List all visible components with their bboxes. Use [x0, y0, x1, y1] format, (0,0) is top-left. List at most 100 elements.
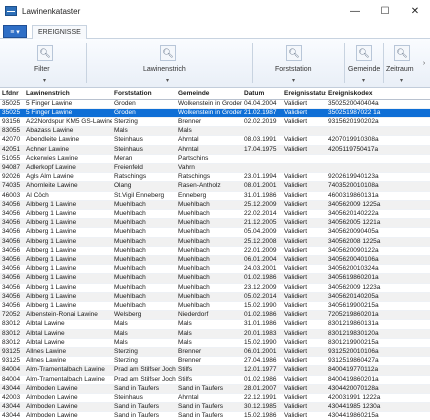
- cell-forststation: Sterzing: [112, 356, 176, 367]
- table-row[interactable]: 34056 Albberg 1 Lawine Muehlbach Muehlbach 0…: [0, 273, 430, 284]
- cell-gemeinde: Muehlbach: [176, 273, 242, 284]
- table-row[interactable]: 83055 Abazass Lawine Mals Mals: [0, 126, 430, 137]
- cell-ereignisstatus: Validiert: [282, 292, 326, 302]
- table-row[interactable]: 42070 Abendleite Lawine Steinhaus Ahrntal 08…: [0, 135, 430, 146]
- table-row[interactable]: 34056 Albberg 1 Lawine Muehlbach Muehlbach 2…: [0, 264, 430, 275]
- table-row[interactable]: 51055 Ackerwies Lawine Meran Partschins: [0, 154, 430, 164]
- close-button[interactable]: ✕: [400, 0, 430, 22]
- cell-ereignisstatus: Validiert: [282, 145, 326, 155]
- ribbon-group-filter[interactable]: 🔍︎ Filter ▾: [6, 42, 84, 86]
- column-header-datum[interactable]: Datum: [242, 90, 282, 100]
- column-header-ereignisstatus[interactable]: Ereignisstatus: [282, 90, 326, 100]
- cell-ereignisstatus: [282, 163, 326, 174]
- chevron-down-icon[interactable]: ▾: [400, 77, 403, 84]
- table-row[interactable]: 34056 Albberg 1 Lawine Muehlbach Muehlbach 0…: [0, 227, 430, 238]
- table-row[interactable]: 42003 Almboden Lawine Steinhaus Ahrntal 22.1…: [0, 393, 430, 404]
- search-icon[interactable]: 🔍︎: [286, 45, 302, 61]
- table-row[interactable]: 83012 Albtal Lawine Mals Mals 31.01.1986 Vali…: [0, 319, 430, 330]
- events-grid[interactable]: Lfdnr Lawinenstrich Forststation Gemeinde Da…: [0, 90, 430, 420]
- ribbon-group-lawinenstrich[interactable]: 🔍︎ Lawinenstrich ▾: [88, 42, 250, 86]
- column-header-ereigniskodex[interactable]: Ereigniskodex: [326, 90, 430, 100]
- cell-forststation: Prad am Stilfser Joch: [112, 375, 176, 385]
- cell-forststation: Sterzing: [112, 117, 176, 128]
- table-row[interactable]: 93156 A22Nordspur KM5 GS-Lawine Sterzing Br…: [0, 117, 430, 128]
- maximize-button[interactable]: ☐: [370, 0, 400, 22]
- cell-lfdnr: 34056: [0, 237, 24, 247]
- table-header-row: Lfdnr Lawinenstrich Forststation Gemeinde Da…: [0, 90, 430, 100]
- cell-gemeinde: Niederdorf: [176, 310, 242, 321]
- ribbon-scroll-right-button[interactable]: ›: [420, 41, 428, 86]
- table-row[interactable]: 35025 5 Finger Lawine Groden Wolkenstein in…: [0, 108, 430, 118]
- column-header-lawinenstrich[interactable]: Lawinenstrich: [24, 90, 112, 100]
- cell-ereigniskodex: 8301219900215a: [326, 338, 430, 348]
- table-row[interactable]: 34056 Albberg 1 Lawine Muehlbach Muehlbach 2…: [0, 209, 430, 220]
- chevron-down-icon[interactable]: ▾: [362, 77, 365, 84]
- app-menu-button[interactable]: ≡ ▾: [3, 25, 27, 38]
- cell-ereigniskodex: 340562009 1225a: [326, 200, 430, 210]
- chevron-down-icon[interactable]: ▾: [166, 77, 169, 84]
- table-row[interactable]: 34056 Albberg 1 Lawine Muehlbach Muehlbach 2…: [0, 200, 430, 210]
- table-row[interactable]: 72052 Albenstein-Ronai Lawine Welsberg Nied…: [0, 310, 430, 321]
- cell-lfdnr: 34056: [0, 246, 24, 256]
- ribbon-group-forststation[interactable]: 🔍︎ Forststation ▾: [254, 42, 342, 86]
- table-row[interactable]: 92026 Agls Alm Lawine Ratschings Ratschings…: [0, 172, 430, 183]
- search-icon[interactable]: 🔍︎: [160, 45, 176, 61]
- search-icon[interactable]: 🔍︎: [394, 45, 410, 61]
- ribbon-group-zeitraum[interactable]: 🔍︎ Zeitraum ▾: [385, 42, 419, 86]
- column-header-forststation[interactable]: Forststation: [112, 90, 176, 100]
- cell-lawinenstrich: 5 Finger Lawine: [24, 99, 112, 109]
- table-row[interactable]: 43044 Almboden Lawine Sand in Taufers Sand …: [0, 411, 430, 420]
- cell-ereignisstatus: Validiert: [282, 181, 326, 192]
- cell-ereigniskodex: 3405620090405a: [326, 227, 430, 238]
- chevron-down-icon[interactable]: ▾: [292, 77, 295, 84]
- minimize-button[interactable]: —: [340, 0, 370, 22]
- table-row[interactable]: 34056 Albberg 1 Lawine Muehlbach Muehlbach 2…: [0, 218, 430, 229]
- column-header-lfdnr[interactable]: Lfdnr: [0, 90, 24, 100]
- search-icon[interactable]: 🔍︎: [356, 45, 372, 61]
- table-row[interactable]: 46003 Al Cöch St.Vigil Enneberg Enneberg 31.…: [0, 191, 430, 201]
- cell-gemeinde: Muehlbach: [176, 301, 242, 312]
- cell-lfdnr: 34056: [0, 264, 24, 275]
- search-icon[interactable]: 🔍︎: [37, 45, 53, 61]
- table-row[interactable]: 34056 Albberg 1 Lawine Muehlbach Muehlbach 2…: [0, 246, 430, 256]
- cell-forststation: Groden: [112, 108, 176, 118]
- table-row[interactable]: 94087 Adlerkopf Lawine Freienfeld Vahrn: [0, 163, 430, 174]
- cell-lfdnr: 34056: [0, 200, 24, 210]
- table-row[interactable]: 42051 Achner Lawine Steinhaus Ahrntal 17.04.…: [0, 145, 430, 155]
- table-row[interactable]: 83012 Albtal Lawine Mals Mals 20.01.1983 Vali…: [0, 329, 430, 339]
- tab-ereignisse[interactable]: EREIGNISSE: [32, 25, 87, 39]
- cell-lfdnr: 92026: [0, 172, 24, 183]
- cell-lawinenstrich: 5 Finger Lawine: [24, 108, 112, 118]
- table-row[interactable]: 34056 Albberg 1 Lawine Muehlbach Muehlbach 1…: [0, 301, 430, 312]
- cell-forststation: Welsberg: [112, 310, 176, 321]
- cell-lawinenstrich: Ackerwies Lawine: [24, 154, 112, 164]
- table-row[interactable]: 43044 Almboden Lawine Sand in Taufers Sand …: [0, 384, 430, 395]
- cell-ereigniskodex: 4600319860131a: [326, 191, 430, 201]
- table-row[interactable]: 43044 Almboden Lawine Sand in Taufers Sand …: [0, 402, 430, 413]
- table-row[interactable]: 84004 Alm-Tramentalbach Lawine Prad am Sti…: [0, 365, 430, 376]
- cell-datum: [242, 126, 282, 137]
- cell-forststation: Prad am Stilfser Joch: [112, 365, 176, 376]
- table-row[interactable]: 84004 Alm-Tramentalbach Lawine Prad am Sti…: [0, 375, 430, 385]
- table-row[interactable]: 93125 Allnes Lawine Sterzing Brenner 06.01.2…: [0, 347, 430, 358]
- ribbon-group-gemeinde[interactable]: 🔍︎ Gemeinde ▾: [346, 42, 382, 86]
- table-row[interactable]: 34056 Albberg 1 Lawine Muehlbach Muehlbach 0…: [0, 255, 430, 266]
- chevron-down-icon[interactable]: ▾: [43, 77, 46, 84]
- cell-lfdnr: 42003: [0, 393, 24, 404]
- cell-ereigniskodex: 3405620040106a: [326, 255, 430, 266]
- table-row[interactable]: 35025 5 Finger Lawine Groden Wolkenstein in…: [0, 99, 430, 109]
- table-row[interactable]: 93125 Allnes Lawine Sterzing Brenner 27.04.1…: [0, 356, 430, 367]
- table-row[interactable]: 83012 Albtal Lawine Mals Mals 15.02.1990 Vali…: [0, 338, 430, 348]
- cell-datum: 04.04.2004: [242, 99, 282, 109]
- cell-forststation: Ratschings: [112, 172, 176, 183]
- cell-lawinenstrich: Almboden Lawine: [24, 384, 112, 395]
- cell-gemeinde: Wolkenstein in Groden: [176, 108, 242, 118]
- table-row[interactable]: 74035 Ahornleite Lawine Olang Rasen-Antholz…: [0, 181, 430, 192]
- column-header-gemeinde[interactable]: Gemeinde: [176, 90, 242, 100]
- cell-gemeinde: Mals: [176, 126, 242, 137]
- table-row[interactable]: 34056 Albberg 1 Lawine Muehlbach Muehlbach 2…: [0, 237, 430, 247]
- table-row[interactable]: 34056 Albberg 1 Lawine Muehlbach Muehlbach 0…: [0, 292, 430, 302]
- table-row[interactable]: 34056 Albberg 1 Lawine Muehlbach Muehlbach 2…: [0, 283, 430, 293]
- cell-forststation: Muehlbach: [112, 209, 176, 220]
- app-icon: [5, 6, 17, 16]
